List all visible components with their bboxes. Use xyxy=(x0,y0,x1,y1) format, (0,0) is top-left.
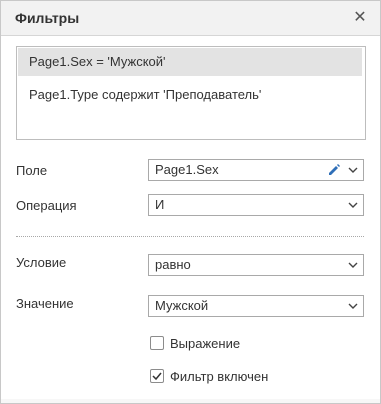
condition-value: равно xyxy=(155,257,191,272)
value-label: Значение xyxy=(16,296,74,311)
operation-select[interactable]: И xyxy=(148,194,364,216)
field-value: Page1.Sex xyxy=(155,162,219,177)
filter-enabled-checkbox[interactable] xyxy=(150,369,164,383)
condition-select[interactable]: равно xyxy=(148,254,364,276)
separator xyxy=(16,236,364,237)
dialog-title: Фильтры xyxy=(15,10,80,26)
expression-checkbox-label: Выражение xyxy=(170,336,241,351)
value-value: Мужской xyxy=(155,298,209,313)
pencil-icon[interactable] xyxy=(327,163,341,177)
dialog-footer xyxy=(1,399,380,403)
filters-dialog: Фильтры ✕ Page1.Sex = 'Мужской' Page1.Ty… xyxy=(0,0,381,404)
value-select[interactable]: Мужской xyxy=(148,295,364,317)
dialog-header: Фильтры ✕ xyxy=(1,1,380,36)
operation-label: Операция xyxy=(16,198,77,213)
chevron-down-icon xyxy=(348,202,358,208)
filter-item-text: Page1.Type содержит 'Преподаватель' xyxy=(29,87,262,102)
filter-enabled-checkbox-row[interactable]: Фильтр включен xyxy=(148,368,288,386)
expression-checkbox[interactable] xyxy=(150,336,164,350)
filter-item-text: Page1.Sex = 'Мужской' xyxy=(29,54,166,69)
chevron-down-icon xyxy=(348,167,358,173)
expression-checkbox-row[interactable]: Выражение xyxy=(148,335,268,353)
filter-enabled-checkbox-label: Фильтр включен xyxy=(170,369,269,384)
chevron-down-icon xyxy=(348,262,358,268)
filter-list: Page1.Sex = 'Мужской' Page1.Type содержи… xyxy=(16,46,366,140)
field-select[interactable]: Page1.Sex xyxy=(148,159,364,181)
filter-item[interactable]: Page1.Sex = 'Мужской' xyxy=(18,48,362,76)
field-label: Поле xyxy=(16,163,48,178)
operation-value: И xyxy=(155,197,165,212)
chevron-down-icon xyxy=(348,303,358,309)
close-icon[interactable]: ✕ xyxy=(349,7,371,29)
checkmark-icon xyxy=(152,372,162,381)
filter-item[interactable]: Page1.Type содержит 'Преподаватель' xyxy=(18,81,362,109)
condition-label: Условие xyxy=(16,255,67,270)
